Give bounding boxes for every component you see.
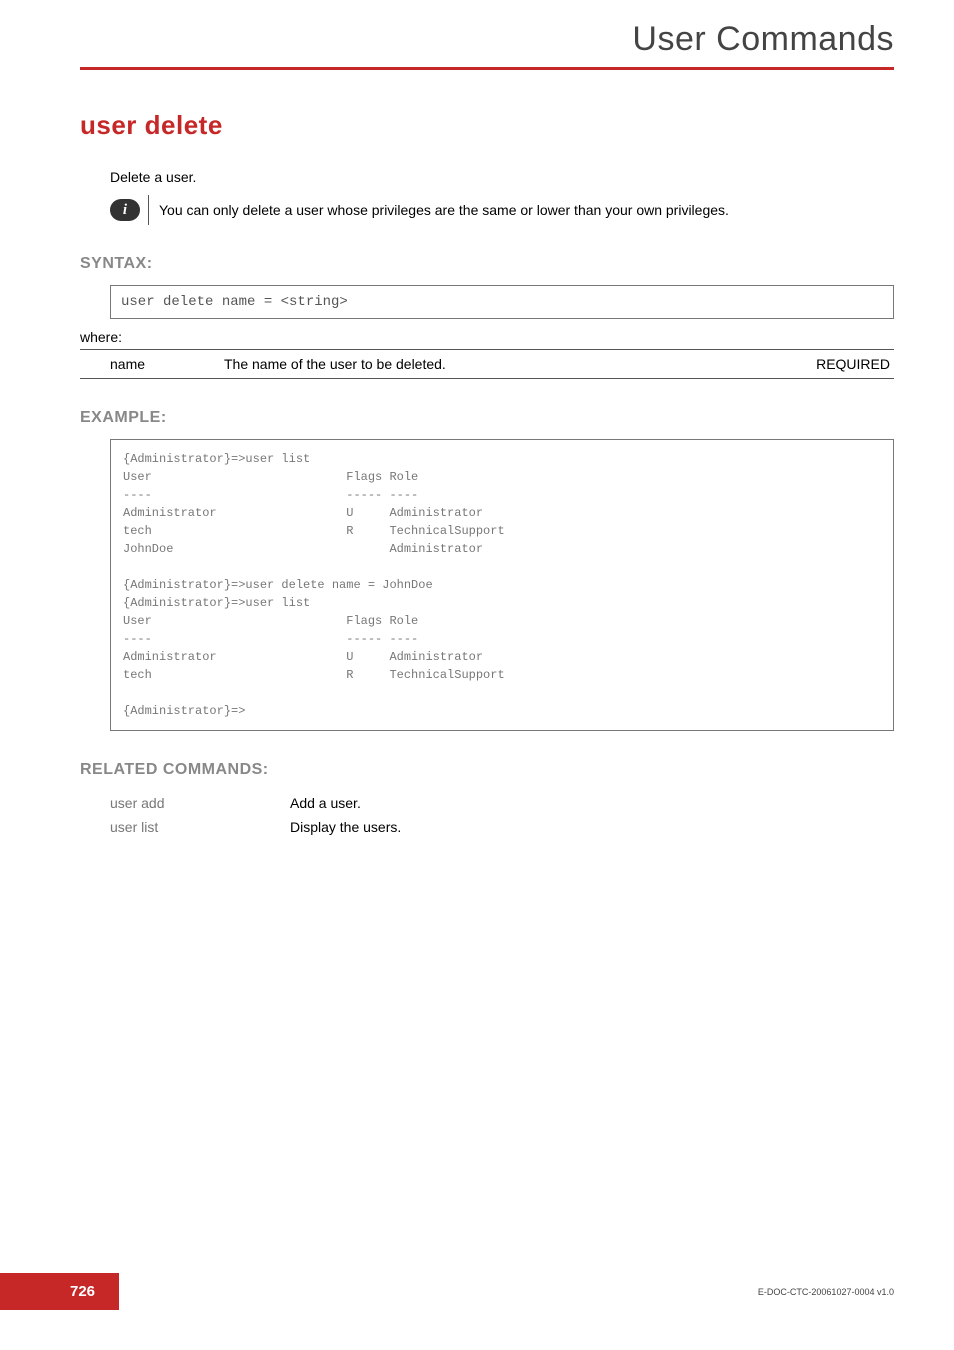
page-footer: 726 E-DOC-CTC-20061027-0004 v1.0 bbox=[0, 1273, 954, 1310]
document-id: E-DOC-CTC-20061027-0004 v1.0 bbox=[758, 1287, 894, 1297]
param-desc: The name of the user to be deleted. bbox=[220, 350, 774, 379]
where-label: where: bbox=[80, 329, 894, 345]
related-cmd-desc: Add a user. bbox=[290, 791, 401, 815]
info-note: i You can only delete a user whose privi… bbox=[110, 195, 894, 225]
command-title: user delete bbox=[80, 110, 894, 141]
section-example-heading: EXAMPLE: bbox=[80, 409, 894, 427]
param-required: REQUIRED bbox=[774, 350, 894, 379]
note-text: You can only delete a user whose privile… bbox=[159, 198, 729, 222]
table-row: name The name of the user to be deleted.… bbox=[80, 350, 894, 379]
syntax-code-box: user delete name = <string> bbox=[110, 285, 894, 319]
info-icon: i bbox=[110, 199, 140, 221]
section-syntax-heading: SYNTAX: bbox=[80, 255, 894, 273]
page-header-title: User Commands bbox=[632, 20, 894, 59]
related-cmd-desc: Display the users. bbox=[290, 815, 401, 839]
related-cmd-name: user add bbox=[110, 791, 290, 815]
param-name: name bbox=[80, 350, 220, 379]
command-intro: Delete a user. bbox=[110, 169, 894, 185]
table-row: user list Display the users. bbox=[110, 815, 401, 839]
note-divider bbox=[148, 195, 149, 225]
related-cmd-name: user list bbox=[110, 815, 290, 839]
page-number: 726 bbox=[0, 1273, 119, 1310]
example-code-box: {Administrator}=>user list User Flags Ro… bbox=[110, 439, 894, 731]
table-row: user add Add a user. bbox=[110, 791, 401, 815]
related-commands-table: user add Add a user. user list Display t… bbox=[110, 791, 401, 839]
section-related-heading: RELATED COMMANDS: bbox=[80, 761, 894, 779]
param-table: name The name of the user to be deleted.… bbox=[80, 349, 894, 379]
